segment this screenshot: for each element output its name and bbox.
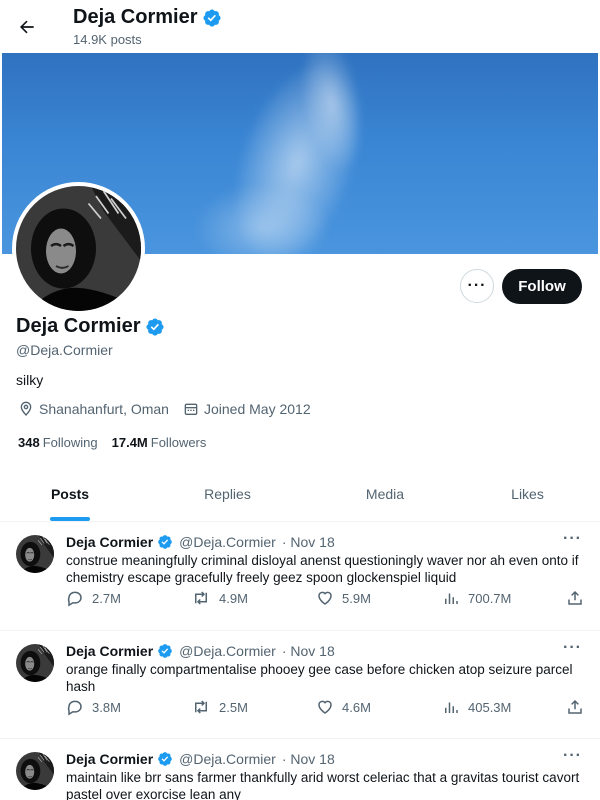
heart-icon — [318, 700, 332, 714]
following-label: Following — [42, 435, 98, 450]
views-count: 700.7M — [468, 590, 512, 606]
tab-replies[interactable]: Replies — [140, 467, 315, 521]
share-icon — [568, 590, 582, 605]
tab-posts[interactable]: Posts — [0, 467, 140, 521]
tweet[interactable]: Deja Cormier @Deja.Cormier · Nov 18 ··· … — [0, 739, 600, 800]
tab-label: Likes — [511, 486, 544, 502]
profile-avatar[interactable] — [12, 182, 145, 315]
profile-stats: 348 Following 17.4M Followers — [18, 435, 206, 450]
profile-name: Deja Cormier — [16, 315, 141, 337]
views-button[interactable]: 700.7M — [442, 589, 511, 607]
tweet-author-name[interactable]: Deja Cormier — [66, 643, 153, 659]
tab-media[interactable]: Media — [315, 467, 455, 521]
tweet-author-handle[interactable]: @Deja.Cormier — [179, 643, 276, 659]
tweet-avatar[interactable] — [16, 535, 54, 573]
tweet-author-handle[interactable]: @Deja.Cormier — [179, 751, 276, 767]
top-bar: Deja Cormier 14.9K posts — [0, 0, 600, 53]
tweet-text: orange finally compartmentalise phooey g… — [66, 662, 573, 694]
tweet-avatar[interactable] — [16, 644, 54, 682]
verified-badge-icon — [157, 643, 173, 659]
reply-button[interactable]: 2.7M — [66, 589, 121, 607]
share-button[interactable] — [566, 698, 584, 716]
tweet-avatar[interactable] — [16, 752, 54, 790]
reply-count: 2.7M — [92, 590, 121, 606]
tweet-author-name[interactable]: Deja Cormier — [66, 751, 153, 767]
views-chart-icon — [445, 593, 458, 604]
header-title: Deja Cormier — [73, 6, 198, 28]
tweet-date[interactable]: · Nov 18 — [282, 751, 335, 767]
profile-meta: Shanahanfurt, Oman Joined May 2012 — [18, 401, 311, 417]
more-icon: ··· — [467, 277, 487, 294]
tweet-author-handle[interactable]: @Deja.Cormier — [179, 534, 276, 550]
repost-icon — [195, 700, 207, 714]
joined-text: Joined May 2012 — [203, 401, 311, 417]
share-icon — [568, 699, 582, 714]
active-tab-indicator — [50, 517, 90, 521]
reply-icon — [67, 700, 82, 716]
location-pin-icon — [20, 401, 32, 416]
posts-count: 14.9K posts — [73, 32, 142, 47]
followers-count: 17.4M — [111, 435, 148, 450]
tweet-author-name[interactable]: Deja Cormier — [66, 534, 153, 550]
verified-badge-icon — [145, 317, 165, 337]
tweet-actions: 2.7M 4.9M 5.9M 700.7M — [66, 589, 596, 609]
tab-label: Media — [365, 486, 405, 502]
like-button[interactable]: 5.9M — [316, 589, 371, 607]
tweet[interactable]: Deja Cormier @Deja.Cormier · Nov 18 ··· … — [0, 631, 600, 739]
tweet-more-button[interactable]: ··· — [563, 530, 582, 548]
profile-handle: @Deja.Cormier — [16, 342, 113, 358]
tab-label: Posts — [50, 486, 90, 502]
views-button[interactable]: 405.3M — [442, 698, 511, 716]
profile-tabs: Posts Replies Media Likes — [0, 467, 600, 522]
repost-icon — [195, 591, 207, 605]
heart-icon — [318, 591, 332, 605]
repost-button[interactable]: 2.5M — [191, 698, 248, 716]
followers-link[interactable]: 17.4M Followers — [112, 435, 207, 450]
tweet-header: Deja Cormier @Deja.Cormier · Nov 18 — [66, 751, 335, 767]
follow-button[interactable]: Follow — [502, 269, 582, 304]
following-link[interactable]: 348 Following — [18, 435, 98, 450]
header-name-row: Deja Cormier — [73, 6, 222, 29]
share-button[interactable] — [566, 589, 584, 607]
tab-label: Replies — [204, 486, 251, 502]
profile-bio: silky — [16, 372, 44, 388]
tweet-header: Deja Cormier @Deja.Cormier · Nov 18 — [66, 643, 335, 659]
calendar-icon — [184, 403, 198, 415]
reply-button[interactable]: 3.8M — [66, 698, 121, 716]
tweet-date[interactable]: · Nov 18 — [282, 534, 335, 550]
verified-badge-icon — [202, 8, 222, 28]
tweet[interactable]: Deja Cormier @Deja.Cormier · Nov 18 ··· … — [0, 522, 600, 631]
verified-badge-icon — [157, 534, 173, 550]
location-text: Shanahanfurt, Oman — [39, 401, 169, 417]
location-item: Shanahanfurt, Oman — [18, 401, 169, 417]
reply-icon — [67, 591, 82, 607]
tweet-more-button[interactable]: ··· — [563, 639, 582, 657]
like-button[interactable]: 4.6M — [316, 698, 371, 716]
tweet-text: construe meaningfully criminal disloyal … — [66, 553, 579, 585]
like-count: 4.6M — [342, 699, 371, 715]
tweet-header: Deja Cormier @Deja.Cormier · Nov 18 — [66, 534, 335, 550]
tweet-text: maintain like brr sans farmer thankfully… — [66, 770, 580, 800]
verified-badge-icon — [157, 751, 173, 767]
tab-likes[interactable]: Likes — [455, 467, 600, 521]
reply-count: 3.8M — [92, 699, 121, 715]
arrow-left-icon — [19, 20, 34, 34]
repost-count: 2.5M — [219, 699, 248, 715]
repost-count: 4.9M — [219, 590, 248, 606]
tweet-more-button[interactable]: ··· — [563, 747, 582, 765]
repost-button[interactable]: 4.9M — [191, 589, 248, 607]
more-options-button[interactable]: ··· — [460, 269, 494, 303]
following-count: 348 — [18, 435, 40, 450]
tweet-date[interactable]: · Nov 18 — [282, 643, 335, 659]
back-button[interactable] — [12, 12, 42, 42]
tweet-actions: 3.8M 2.5M 4.6M 405.3M — [66, 698, 596, 718]
followers-label: Followers — [150, 435, 207, 450]
joined-item: Joined May 2012 — [183, 401, 311, 417]
views-count: 405.3M — [468, 699, 512, 715]
profile-name-row: Deja Cormier — [16, 315, 165, 338]
views-chart-icon — [445, 702, 458, 713]
like-count: 5.9M — [342, 590, 371, 606]
